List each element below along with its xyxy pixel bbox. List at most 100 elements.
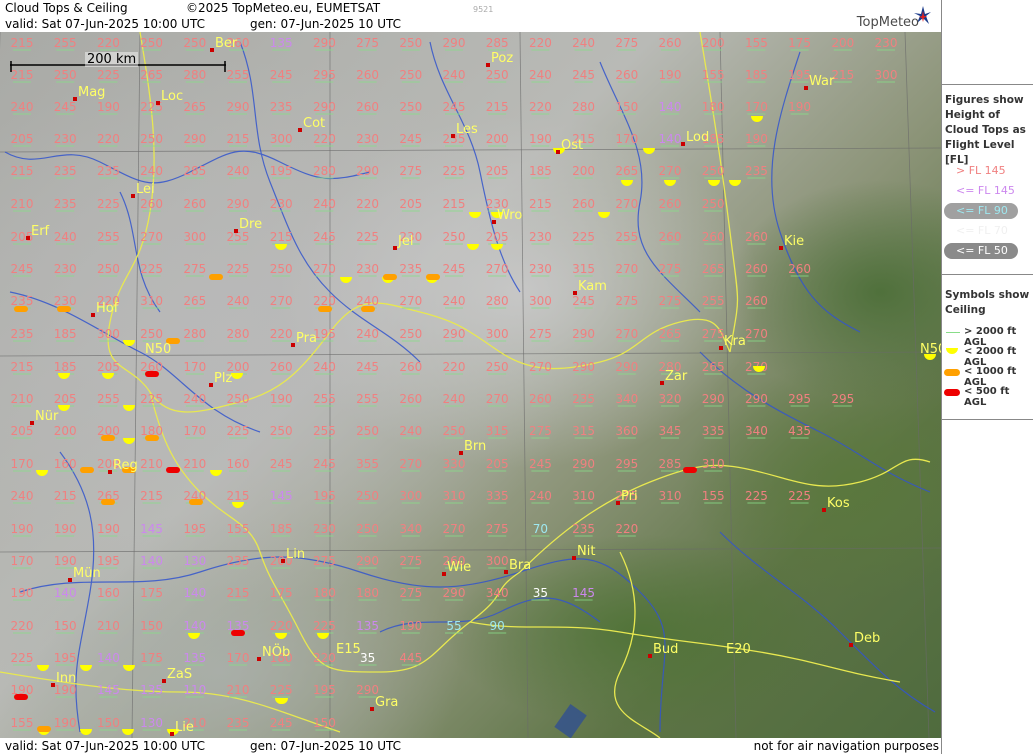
legend-divider <box>942 274 1033 275</box>
city-label: Lie <box>175 720 194 735</box>
ceiling-low-symbol <box>188 633 200 639</box>
fl-value: 220 <box>529 100 552 114</box>
fl-value: 220 <box>11 619 34 633</box>
fl-value: 315 <box>572 424 595 438</box>
fl-value: 275 <box>356 36 379 50</box>
fl-value: 240 <box>443 392 466 406</box>
fl-value: 240 <box>227 164 250 178</box>
fl-value: 270 <box>659 164 682 178</box>
fl-value: 215 <box>140 489 163 503</box>
fl-value: 330 <box>443 457 466 471</box>
fl-value: 275 <box>313 554 336 568</box>
fl-value: 155 <box>702 68 725 82</box>
city-marker <box>572 556 576 560</box>
fl-value: 135 <box>183 651 206 665</box>
fl-value: 290 <box>356 554 379 568</box>
fl-value: 250 <box>227 392 250 406</box>
fl-value: 255 <box>615 230 638 244</box>
legend-ceiling-item: > 2000 ft AGL <box>942 324 1033 348</box>
fl-value: 245 <box>270 716 293 730</box>
fl-value: 230 <box>54 294 77 308</box>
city-marker <box>370 707 374 711</box>
fl-value: 290 <box>615 360 638 374</box>
fl-value: 275 <box>615 36 638 50</box>
fl-value: 245 <box>399 132 422 146</box>
fl-value: 290 <box>183 132 206 146</box>
fl-value: 290 <box>313 100 336 114</box>
fl-value: 260 <box>615 68 638 82</box>
fl-value: 260 <box>745 230 768 244</box>
fl-value: 185 <box>529 164 552 178</box>
fl-value: 295 <box>313 68 336 82</box>
fl-value: 235 <box>572 392 595 406</box>
fl-value: 300 <box>97 327 120 341</box>
fl-value: 260 <box>399 360 422 374</box>
satellite-map[interactable]: 215 255 220 250 250 260 135 290 275 250 290 285 220 2… <box>0 32 941 738</box>
fl-value: 250 <box>443 424 466 438</box>
fl-value: 235 <box>227 554 250 568</box>
fl-value: 240 <box>443 68 466 82</box>
fl-value: 210 <box>140 457 163 471</box>
fl-value: 285 <box>183 164 206 178</box>
fl-value: 285 <box>486 36 509 50</box>
fl-value: 150 <box>615 100 638 114</box>
fl-value: 175 <box>270 586 293 600</box>
fl-value: 155 <box>11 716 34 730</box>
fl-value: 250 <box>270 424 293 438</box>
fl-value: 220 <box>97 132 120 146</box>
fl-value: 250 <box>140 132 163 146</box>
city-marker <box>131 194 135 198</box>
fl-value: 195 <box>313 489 336 503</box>
ceiling-verylow-symbol <box>189 499 203 505</box>
fl-value: 90 <box>490 619 505 633</box>
city-label: Mag <box>78 85 105 100</box>
fl-value: 225 <box>140 392 163 406</box>
fl-value: 240 <box>356 294 379 308</box>
fl-value: 355 <box>356 457 379 471</box>
fl-value: 140 <box>140 554 163 568</box>
fl-value: 245 <box>443 262 466 276</box>
fl-value: 225 <box>270 683 293 697</box>
fl-value: 215 <box>11 36 34 50</box>
grid-line <box>904 32 930 738</box>
fl-value: 300 <box>399 489 422 503</box>
fl-value: 340 <box>745 424 768 438</box>
city-label: Kie <box>784 234 804 249</box>
fl-value: 240 <box>313 360 336 374</box>
fl-value: 185 <box>54 360 77 374</box>
ceiling-verylow-symbol <box>426 274 440 280</box>
fl-value: 170 <box>745 100 768 114</box>
city-label: Dre <box>239 217 262 232</box>
fl-value: 190 <box>270 392 293 406</box>
fl-value: 275 <box>399 554 422 568</box>
fl-value: 205 <box>486 164 509 178</box>
fl-value: 225 <box>227 424 250 438</box>
fl-value: 140 <box>659 100 682 114</box>
fl-value: 250 <box>140 36 163 50</box>
fl-value: 150 <box>54 619 77 633</box>
city-label: Plz <box>214 371 232 386</box>
fl-value: 160 <box>97 586 120 600</box>
fl-value: 290 <box>227 100 250 114</box>
fl-value: 315 <box>486 424 509 438</box>
ceiling-low-symbol <box>58 405 70 411</box>
fl-value: 145 <box>270 489 293 503</box>
fl-value: 160 <box>54 457 77 471</box>
fl-value: 295 <box>831 392 854 406</box>
fl-value: 290 <box>702 392 725 406</box>
fl-value: 215 <box>270 230 293 244</box>
fl-value: 265 <box>702 360 725 374</box>
fl-value: 270 <box>313 262 336 276</box>
city-marker <box>162 679 166 683</box>
fl-value: 265 <box>183 100 206 114</box>
fl-value: 195 <box>788 68 811 82</box>
fl-value: 210 <box>183 457 206 471</box>
legend-figures-title: Figures show Height of Cloud Tops as Fli… <box>945 94 1026 166</box>
fl-value: 135 <box>270 36 293 50</box>
fl-value: 290 <box>572 457 595 471</box>
ceiling-verylow-symbol <box>37 726 51 732</box>
fl-value: 205 <box>486 457 509 471</box>
fl-value: 435 <box>788 424 811 438</box>
footer-bar: valid: Sat 07-Jun-2025 10:00 UTC gen: 07… <box>0 738 941 754</box>
city-marker <box>51 683 55 687</box>
